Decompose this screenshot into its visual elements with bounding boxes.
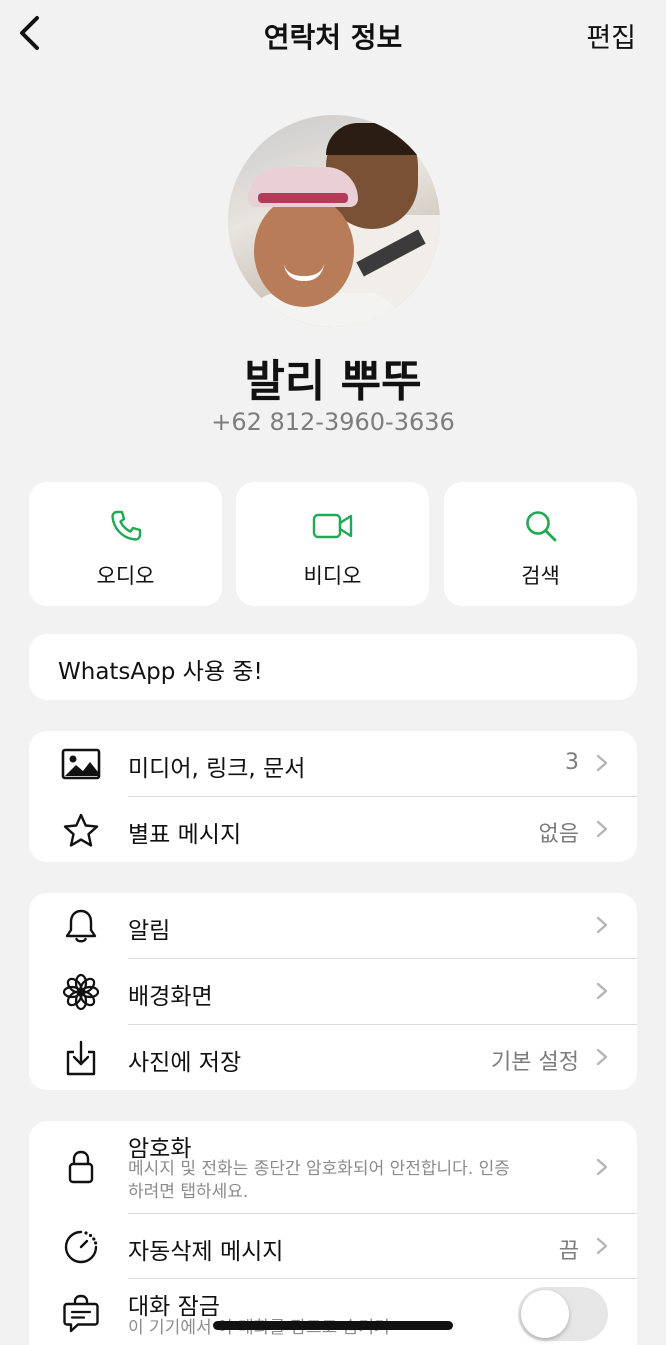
media-label: 미디어, 링크, 문서 [128, 756, 306, 782]
chat-lock-label: 대화 잠금 [128, 1294, 220, 1320]
media-group: 미디어, 링크, 문서 3 별표 메시지 없음 [29, 731, 637, 862]
audio-label: 오디오 [96, 564, 155, 588]
edit-button[interactable]: 편집 [586, 16, 636, 55]
audio-call-button[interactable]: 오디오 [29, 482, 222, 606]
phone-icon [110, 510, 141, 541]
video-label: 비디오 [303, 564, 362, 588]
disappearing-messages-row[interactable]: 자동삭제 메시지 끔 [29, 1214, 637, 1279]
save-photos-label: 사진에 저장 [128, 1050, 242, 1076]
image-icon [61, 748, 101, 780]
chevron-right-icon [596, 1158, 608, 1176]
starred-value: 없음 [538, 822, 579, 847]
star-icon [63, 813, 99, 847]
save-to-photos-row[interactable]: 사진에 저장 기본 설정 [29, 1025, 637, 1090]
search-button[interactable]: 검색 [444, 482, 637, 606]
page-title: 연락처 정보 [263, 21, 403, 54]
encryption-description-line2: 하려면 탭하세요. [128, 1182, 249, 1202]
contact-phone: +62 812-3960-3636 [211, 408, 455, 436]
media-count: 3 [565, 750, 579, 775]
chevron-right-icon [596, 916, 608, 934]
media-links-docs-row[interactable]: 미디어, 링크, 문서 3 [29, 731, 637, 796]
disappearing-label: 자동삭제 메시지 [128, 1239, 284, 1265]
chat-lock-row: 대화 잠금 이 기기에서 이 대화를 잠그고 숨기기 [29, 1279, 637, 1345]
search-label: 검색 [521, 564, 560, 588]
toggle-knob [521, 1290, 569, 1338]
privacy-group: 암호화 메시지 및 전화는 종단간 암호화되어 안전합니다. 인증 하려면 탭하… [29, 1121, 637, 1345]
chevron-right-icon [596, 1048, 608, 1066]
chat-lock-icon [63, 1294, 99, 1333]
nav-bar: 연락처 정보 편집 [0, 0, 666, 66]
save-download-icon [66, 1040, 96, 1076]
chevron-right-icon [596, 754, 608, 772]
chevron-right-icon [596, 820, 608, 838]
contact-name: 발리 뿌뚜 [244, 356, 422, 407]
save-photos-value: 기본 설정 [491, 1050, 579, 1075]
timer-icon [64, 1230, 98, 1264]
about-status: WhatsApp 사용 중! [58, 659, 263, 685]
search-icon [525, 511, 556, 542]
wallpaper-row[interactable]: 배경화면 [29, 959, 637, 1024]
chevron-right-icon [596, 982, 608, 1000]
avatar[interactable] [228, 115, 440, 327]
wallpaper-label: 배경화면 [128, 984, 213, 1010]
video-icon [312, 513, 352, 539]
video-call-button[interactable]: 비디오 [236, 482, 429, 606]
lock-icon [68, 1150, 94, 1184]
starred-messages-row[interactable]: 별표 메시지 없음 [29, 797, 637, 862]
encryption-row[interactable]: 암호화 메시지 및 전화는 종단간 암호화되어 안전합니다. 인증 하려면 탭하… [29, 1121, 637, 1213]
flower-icon [62, 973, 100, 1011]
encryption-description-line1: 메시지 및 전화는 종단간 암호화되어 안전합니다. 인증 [128, 1159, 510, 1179]
home-indicator [213, 1321, 453, 1330]
chevron-right-icon [596, 1237, 608, 1255]
notifications-label: 알림 [128, 918, 171, 944]
settings-group: 알림 배경화면 사진에 저장 기본 설정 [29, 893, 637, 1090]
chat-lock-toggle[interactable] [518, 1287, 608, 1341]
status-card: WhatsApp 사용 중! [29, 634, 637, 700]
starred-label: 별표 메시지 [128, 822, 242, 848]
bell-icon [65, 909, 97, 943]
disappearing-value: 끔 [558, 1239, 579, 1264]
notifications-row[interactable]: 알림 [29, 893, 637, 958]
